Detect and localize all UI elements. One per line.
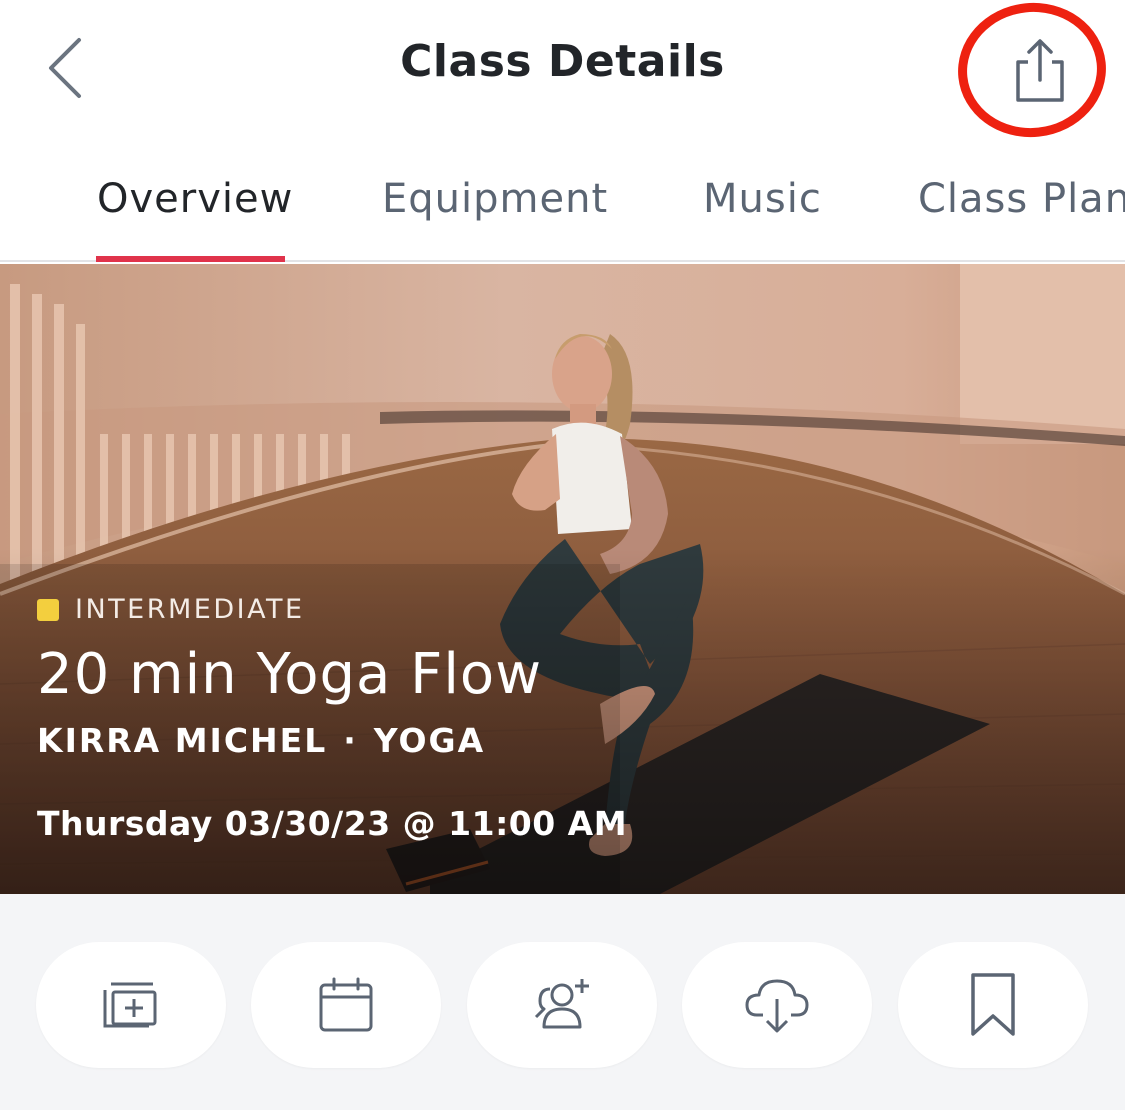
active-tab-indicator <box>96 256 285 262</box>
invite-friend-button[interactable] <box>467 942 657 1068</box>
add-to-stack-icon <box>103 982 157 1028</box>
tab-equipment[interactable]: Equipment <box>382 176 608 222</box>
difficulty-indicator <box>37 598 59 621</box>
meta-separator: · <box>343 721 358 760</box>
studio-scene-image <box>0 264 1125 894</box>
class-meta: KIRRA MICHEL · YOGA <box>37 721 485 760</box>
schedule-button[interactable] <box>251 942 441 1068</box>
share-button[interactable] <box>990 22 1090 122</box>
page-title: Class Details <box>400 36 725 87</box>
difficulty-label: INTERMEDIATE <box>75 594 305 625</box>
calendar-icon <box>319 977 373 1032</box>
class-details-screen: Class Details Overview Equipment Music C… <box>0 0 1125 1110</box>
download-button[interactable] <box>682 942 872 1068</box>
cloud-download-icon <box>745 979 809 1033</box>
difficulty-level: INTERMEDIATE <box>37 594 305 625</box>
add-friend-icon <box>534 979 589 1029</box>
bookmark-button[interactable] <box>898 942 1088 1068</box>
class-schedule: Thursday 03/30/23 @ 11:00 AM <box>37 804 628 843</box>
bookmark-icon <box>971 973 1015 1036</box>
tab-overview[interactable]: Overview <box>97 176 293 222</box>
header: Class Details <box>0 0 1125 145</box>
instructor-name: KIRRA MICHEL <box>37 721 328 760</box>
class-title: 20 min Yoga Flow <box>37 642 542 707</box>
tab-bar: Overview Equipment Music Class Plan <box>0 140 1125 262</box>
class-hero-image: INTERMEDIATE 20 min Yoga Flow KIRRA MICH… <box>0 264 1125 894</box>
class-category: YOGA <box>373 721 486 760</box>
tab-class-plan[interactable]: Class Plan <box>918 176 1125 222</box>
action-bar <box>0 894 1125 1110</box>
share-icon <box>1016 39 1064 102</box>
tab-music[interactable]: Music <box>703 176 822 222</box>
add-to-stack-button[interactable] <box>36 942 226 1068</box>
